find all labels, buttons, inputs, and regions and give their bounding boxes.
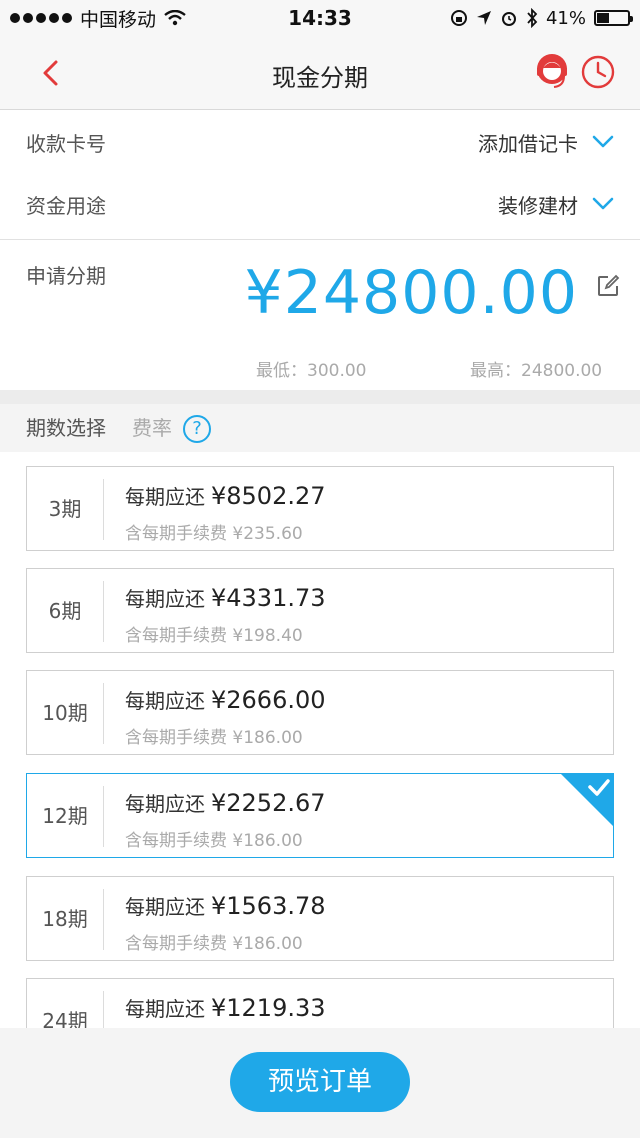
pay-label: 每期应还 — [125, 792, 205, 816]
term-option-24[interactable]: 24期 每期应还 ¥1219.33 — [26, 978, 614, 1028]
clock-icon[interactable] — [580, 54, 616, 90]
fund-purpose-row[interactable]: 资金用途 装修建材 — [0, 172, 640, 240]
fee-text: 含每期手续费 ¥235.60 — [125, 524, 303, 544]
card-number-label: 收款卡号 — [26, 132, 106, 156]
term-label: 24期 — [42, 1009, 88, 1028]
alarm-icon — [501, 12, 516, 26]
payment-line: 每期应还 ¥2666.00 — [125, 685, 326, 714]
bottom-bar: 预览订单 — [0, 1028, 640, 1138]
divider — [103, 889, 104, 950]
term-option-10[interactable]: 10期 每期应还 ¥2666.00 含每期手续费 ¥186.00 — [26, 670, 614, 755]
help-icon[interactable]: ? — [183, 415, 211, 443]
pay-label: 每期应还 — [125, 997, 205, 1021]
status-right: 41% — [450, 0, 633, 36]
term-header: 期数选择 费率 ? — [0, 404, 640, 452]
fee-text: 含每期手续费 ¥186.00 — [125, 934, 303, 954]
term-option-12[interactable]: 12期 每期应还 ¥2252.67 含每期手续费 ¥186.00 — [26, 773, 614, 858]
nav-bar: 现金分期 — [0, 36, 640, 110]
battery-percent: 41% — [545, 7, 586, 29]
term-label: 3期 — [48, 497, 82, 521]
location-icon — [476, 11, 491, 25]
term-select-label: 期数选择 — [26, 416, 106, 440]
term-label: 18期 — [42, 907, 88, 931]
max-amount: 最高：24800.00 — [470, 361, 603, 381]
battery-level — [597, 13, 610, 23]
edit-icon[interactable] — [596, 274, 620, 298]
rate-label: 费率 — [132, 416, 172, 440]
apply-label: 申请分期 — [26, 264, 106, 288]
pay-amount: ¥8502.27 — [211, 482, 326, 510]
divider — [103, 581, 104, 642]
preview-order-button[interactable]: 预览订单 — [230, 1052, 410, 1112]
term-label: 10期 — [42, 701, 88, 725]
min-amount: 最低：300.00 — [256, 361, 367, 381]
payment-line: 每期应还 ¥1563.78 — [125, 891, 326, 920]
bluetooth-icon — [527, 8, 538, 28]
pay-amount: ¥2666.00 — [211, 686, 326, 714]
fee-text: 含每期手续费 ¥198.40 — [125, 626, 303, 646]
term-option-18[interactable]: 18期 每期应还 ¥1563.78 含每期手续费 ¥186.00 — [26, 876, 614, 961]
term-option-6[interactable]: 6期 每期应还 ¥4331.73 含每期手续费 ¥198.40 — [26, 568, 614, 653]
card-number-row[interactable]: 收款卡号 添加借记卡 — [0, 110, 640, 178]
payment-line: 每期应还 ¥2252.67 — [125, 788, 326, 817]
pay-amount: ¥2252.67 — [211, 789, 326, 817]
pay-label: 每期应还 — [125, 587, 205, 611]
pay-amount: ¥4331.73 — [211, 584, 326, 612]
pay-amount: ¥1563.78 — [211, 892, 326, 920]
pay-label: 每期应还 — [125, 485, 205, 509]
rotation-lock-icon — [450, 10, 467, 26]
checkmark-icon — [560, 773, 614, 827]
divider — [103, 683, 104, 744]
pay-label: 每期应还 — [125, 689, 205, 713]
customer-service-icon[interactable] — [534, 52, 570, 92]
divider — [103, 786, 104, 847]
term-option-3[interactable]: 3期 每期应还 ¥8502.27 含每期手续费 ¥235.60 — [26, 466, 614, 551]
fund-purpose-value[interactable]: 装修建材 — [498, 172, 578, 240]
battery-icon — [594, 10, 633, 26]
divider — [103, 479, 104, 540]
card-number-value[interactable]: 添加借记卡 — [478, 110, 578, 178]
pay-label: 每期应还 — [125, 895, 205, 919]
term-options-list: 3期 每期应还 ¥8502.27 含每期手续费 ¥235.60 6期 每期应还 ¥4… — [0, 452, 640, 1028]
section-divider — [0, 390, 640, 404]
payment-line: 每期应还 ¥8502.27 — [125, 481, 326, 510]
fee-text: 含每期手续费 ¥186.00 — [125, 831, 303, 851]
fund-purpose-label: 资金用途 — [26, 194, 106, 218]
term-label: 12期 — [42, 804, 88, 828]
term-label: 6期 — [48, 599, 82, 623]
payment-line: 每期应还 ¥4331.73 — [125, 583, 326, 612]
status-bar: 中国移动 14:33 41% — [0, 0, 640, 36]
amount-value[interactable]: ¥24800.00 — [245, 258, 578, 328]
fee-text: 含每期手续费 ¥186.00 — [125, 728, 303, 748]
chevron-down-icon — [592, 197, 614, 210]
divider — [103, 991, 104, 1028]
chevron-down-icon — [592, 135, 614, 148]
pay-amount: ¥1219.33 — [211, 994, 326, 1022]
payment-line: 每期应还 ¥1219.33 — [125, 993, 326, 1022]
